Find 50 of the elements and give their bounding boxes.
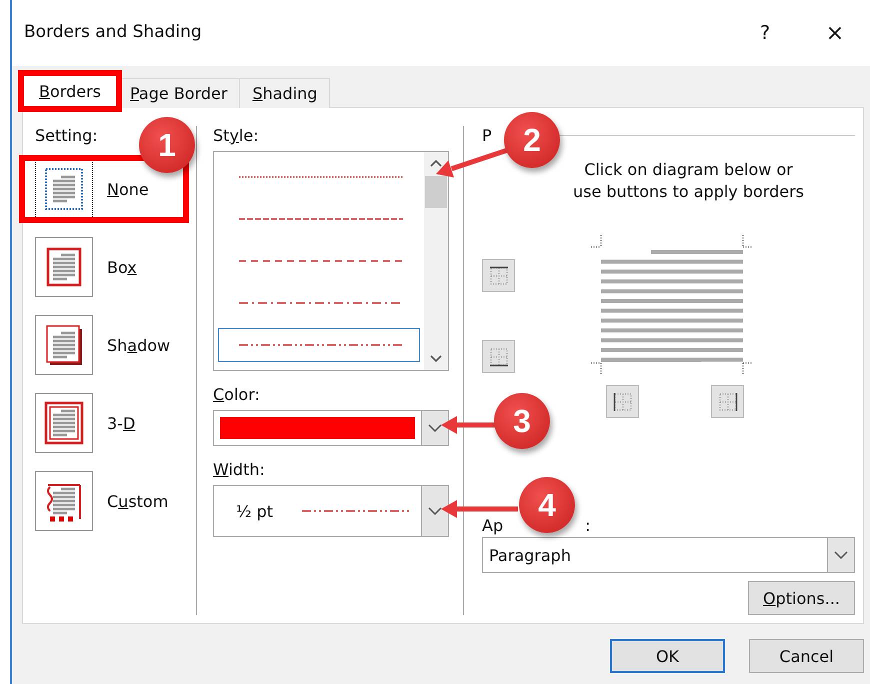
line-style-option[interactable] [218, 328, 420, 362]
options-button[interactable]: Options... [748, 581, 855, 615]
scroll-up-icon[interactable] [430, 158, 442, 168]
preview-label: P [482, 126, 492, 145]
setting-label: Box [107, 258, 137, 276]
setting-label: Custom [107, 492, 168, 510]
scroll-down-icon[interactable] [430, 354, 442, 364]
document-icon [44, 323, 84, 367]
ok-button[interactable]: OK [610, 639, 725, 673]
instruction-text: Click on diagram below or use buttons to apply borders [572, 159, 806, 203]
scroll-thumb[interactable] [425, 176, 447, 208]
line-style-icon [239, 175, 403, 179]
cancel-button[interactable]: Cancel [749, 639, 864, 673]
bottom-border-button[interactable] [482, 340, 515, 373]
line-style-icon [239, 217, 403, 221]
apply-to-colon: : [585, 516, 590, 535]
left-border-button[interactable] [606, 385, 639, 418]
width-label: Width: [213, 460, 266, 479]
setting-label: 3-D [107, 414, 136, 432]
color-label: Color: [213, 385, 261, 404]
document-icon [44, 401, 84, 445]
style-label: Style: [213, 126, 260, 145]
border-icon [488, 346, 510, 368]
setting-label: None [107, 180, 149, 198]
right-border-button[interactable] [711, 385, 744, 418]
apply-to-value: Paragraph [488, 546, 572, 564]
border-icon [612, 390, 634, 412]
color-dropdown[interactable] [213, 410, 449, 446]
line-style-icon [239, 301, 403, 305]
line-style-icon [239, 259, 403, 263]
document-icon [44, 167, 84, 211]
setting-shadow-button[interactable] [35, 315, 93, 375]
tab[interactable]: Shading [239, 78, 330, 108]
border-icon [488, 264, 510, 286]
scrollbar[interactable] [424, 152, 448, 370]
width-dropdown[interactable]: ½ pt [213, 485, 449, 537]
apply-to-label: Ap [482, 516, 504, 535]
setting-label: Shadow [107, 336, 170, 354]
document-icon [44, 245, 84, 289]
setting-box-button[interactable] [35, 237, 93, 297]
help-button[interactable]: ? [730, 13, 800, 53]
top-border-button[interactable] [482, 259, 515, 292]
setting-three-d-button[interactable] [35, 393, 93, 453]
close-button[interactable]: × [800, 13, 870, 53]
width-value: ½ pt [235, 502, 274, 520]
apply-to-dropdown[interactable]: Paragraph [482, 537, 855, 573]
setting-custom-button[interactable] [35, 471, 93, 531]
border-icon [716, 390, 738, 412]
window-title: Borders and Shading [24, 22, 203, 44]
line-style-icon [239, 343, 403, 347]
